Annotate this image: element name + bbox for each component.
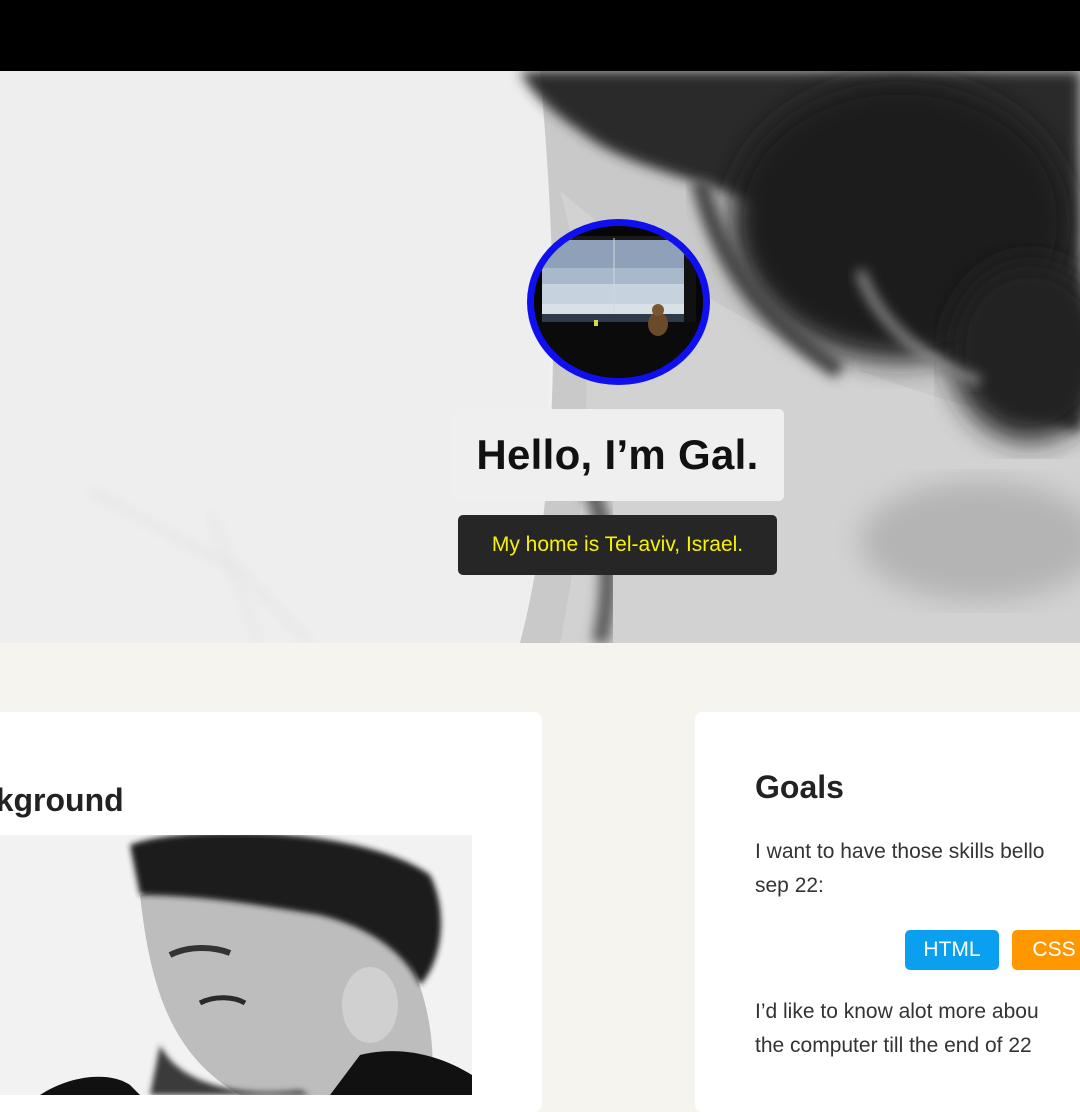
goals-text-computer: I’d like to know alot more abou the comp… — [755, 995, 1080, 1063]
goals-card-title: Goals — [755, 769, 844, 805]
location-text: My home is Tel-aviv, Israel. — [491, 533, 744, 556]
hero-title: Hello, I’m Gal. — [476, 431, 759, 478]
goals-text-computer-line1: I’d like to know alot more abou — [755, 1000, 1039, 1023]
goals-text-skills-line2: sep 22: — [755, 874, 824, 897]
top-bar — [0, 0, 1080, 71]
goals-text-skills-line1: I want to have those skills bello — [755, 840, 1045, 863]
skill-badges: HTML CSS — [905, 930, 1080, 970]
goals-text-computer-line2: the computer till the end of 22 — [755, 1034, 1032, 1057]
skill-badge-html: HTML — [905, 930, 999, 970]
background-card: Background — [0, 712, 542, 1112]
background-card-title: Background — [0, 782, 124, 818]
hero-section: Hello, I’m Gal. My home is Tel-aviv, Isr… — [0, 71, 1080, 643]
skill-badge-css: CSS — [1012, 930, 1080, 970]
location-box: My home is Tel-aviv, Israel. — [458, 515, 777, 575]
avatar-photo — [534, 226, 703, 378]
goals-card: Goals I want to have those skills bello … — [695, 712, 1080, 1112]
hero-title-box: Hello, I’m Gal. — [451, 409, 784, 501]
avatar — [527, 219, 710, 385]
portrait-photo — [0, 835, 472, 1095]
goals-text-skills: I want to have those skills bello sep 22… — [755, 835, 1080, 903]
